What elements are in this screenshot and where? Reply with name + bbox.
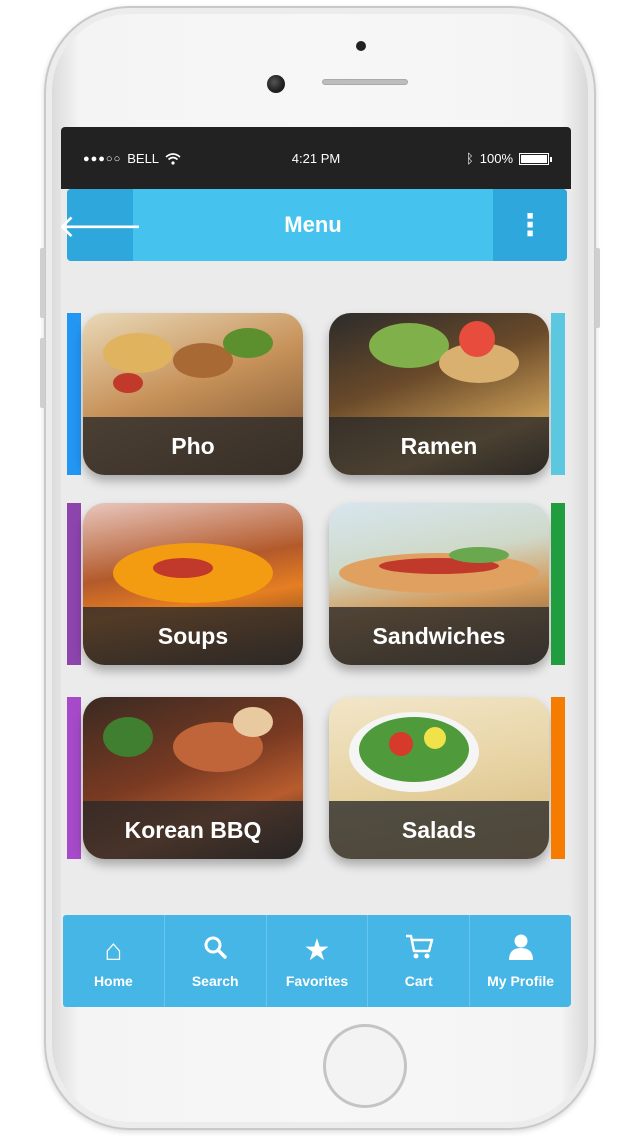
earpiece-speaker [322,79,408,85]
tab-label: Favorites [285,973,349,989]
arrow-left-icon: 🡐 [61,207,143,244]
category-accent-bar [67,503,81,665]
bluetooth-icon: ᛒ [465,151,474,166]
category-tile-salads[interactable]: Salads [329,697,549,859]
category-accent-bar [67,313,81,475]
status-bar: ●●●○○ BELL 4:21 PM ᛒ 100% [61,127,571,189]
tab-label: Cart [404,973,433,989]
category-accent-bar [551,313,565,475]
front-camera [267,75,285,93]
page-title: Menu [284,212,342,237]
category-label: Korean BBQ [83,801,303,859]
tab-label: Home [93,973,133,989]
app-screen: ●●●○○ BELL 4:21 PM ᛒ 100% 🡐 Menu ⋮ Pho R… [61,127,571,1007]
tab-search[interactable]: Search [165,915,267,1007]
search-icon [202,933,228,971]
bottom-tab-bar: ⌂ Home Search ★ Favorites Cart My Profil… [63,915,571,1007]
tab-label: Search [191,973,239,989]
tab-my-profile[interactable]: My Profile [470,915,571,1007]
tab-label: My Profile [487,973,555,989]
volume-down-button [40,338,45,408]
proximity-sensor [356,41,366,51]
battery-percent: 100% [479,151,513,166]
cart-icon [404,933,434,971]
category-tile-pho[interactable]: Pho [83,313,303,475]
star-icon: ★ [303,934,331,967]
category-accent-bar [67,697,81,859]
tab-home[interactable]: ⌂ Home [63,915,165,1007]
user-icon [508,933,534,971]
category-label: Pho [83,417,303,475]
category-tile-sandwiches[interactable]: Sandwiches [329,503,549,665]
more-options-button[interactable]: ⋮ [493,189,567,261]
power-button [595,248,600,328]
tab-favorites[interactable]: ★ Favorites [267,915,369,1007]
category-tile-soups[interactable]: Soups [83,503,303,665]
category-label: Salads [329,801,549,859]
category-accent-bar [551,503,565,665]
home-icon: ⌂ [104,934,123,967]
category-accent-bar [551,697,565,859]
home-hardware-button[interactable] [323,1024,407,1108]
category-tile-korean-bbq[interactable]: Korean BBQ [83,697,303,859]
battery-icon [519,152,552,165]
category-label: Soups [83,607,303,665]
category-label: Sandwiches [329,607,549,665]
tab-cart[interactable]: Cart [368,915,471,1007]
volume-up-button [40,248,45,318]
category-label: Ramen [329,417,549,475]
more-vertical-icon: ⋮ [515,208,545,242]
nav-bar: 🡐 Menu ⋮ [61,189,567,261]
back-button[interactable]: 🡐 [61,189,143,261]
battery-level-fill [521,154,547,163]
category-tile-ramen[interactable]: Ramen [329,313,549,475]
